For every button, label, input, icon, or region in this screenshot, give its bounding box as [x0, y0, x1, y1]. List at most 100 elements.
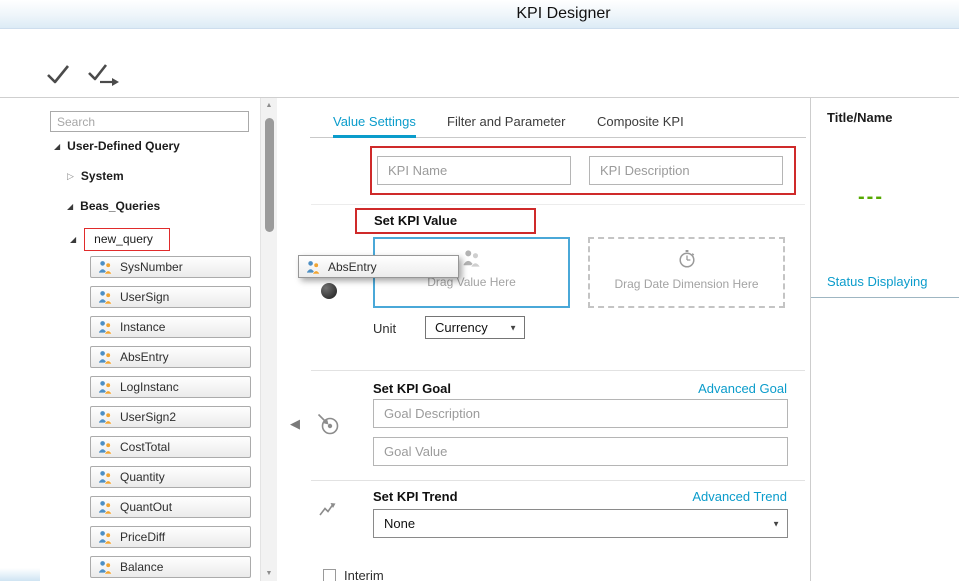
scrollbar-thumb[interactable]	[265, 118, 274, 232]
no-drop-cursor-icon	[321, 283, 337, 299]
measure-icon	[98, 410, 113, 424]
advanced-trend-link[interactable]: Advanced Trend	[600, 489, 787, 504]
preview-panel: Title/Name --- Status Displaying	[810, 98, 959, 581]
advanced-goal-link[interactable]: Advanced Goal	[600, 381, 787, 396]
tree-node-system[interactable]: ▷ System	[67, 169, 124, 183]
query-field[interactable]: AbsEntry	[90, 346, 251, 368]
section-divider	[311, 480, 805, 481]
collapsed-arrow-icon: ▷	[67, 171, 74, 182]
query-field-label: LogInstanc	[120, 380, 179, 394]
expanded-arrow-icon: ◢	[54, 142, 60, 151]
query-field[interactable]: UserSign	[90, 286, 251, 308]
tab-value-settings[interactable]: Value Settings	[333, 109, 416, 138]
collapse-panel-arrow[interactable]: ◀	[290, 416, 300, 432]
query-field-label: AbsEntry	[120, 350, 169, 364]
query-field-label: Instance	[120, 320, 165, 334]
unit-label: Unit	[373, 321, 396, 336]
section-divider	[311, 204, 805, 205]
set-kpi-value-title: Set KPI Value	[355, 208, 536, 234]
measure-icon	[98, 350, 113, 364]
tab-bar: Value Settings Filter and Parameter Comp…	[310, 109, 806, 138]
date-dropzone-hint: Drag Date Dimension Here	[614, 277, 758, 291]
tree-node-label: Beas_Queries	[80, 199, 160, 213]
query-field-label: Balance	[120, 560, 163, 574]
tree-node-user-defined-query[interactable]: ◢ User-Defined Query	[54, 139, 180, 153]
confirm-and-next-button[interactable]	[86, 62, 120, 91]
query-field-label: UserSign2	[120, 410, 176, 424]
tab-filter-and-parameter[interactable]: Filter and Parameter	[447, 109, 566, 138]
kpi-designer-window: KPI Designer ◢ User-Defined Query ▷ Syst…	[0, 0, 959, 581]
query-field[interactable]: LogInstanc	[90, 376, 251, 398]
tree-node-label: System	[81, 169, 124, 183]
query-field[interactable]: UserSign2	[90, 406, 251, 428]
goal-description-input[interactable]	[373, 399, 788, 428]
clock-icon	[677, 249, 697, 269]
trend-select[interactable]: None ▼	[373, 509, 788, 538]
query-field[interactable]: CostTotal	[90, 436, 251, 458]
query-field-label: QuantOut	[120, 500, 172, 514]
measure-icon	[98, 440, 113, 454]
interim-checkbox[interactable]	[323, 569, 336, 581]
unit-select[interactable]: Currency ▼	[425, 316, 525, 339]
tree-node-label: User-Defined Query	[67, 139, 180, 153]
goal-value-input[interactable]	[373, 437, 788, 466]
query-field-label: Quantity	[120, 470, 165, 484]
measure-icon	[98, 320, 113, 334]
interim-label: Interim	[344, 568, 384, 581]
measure-icon	[98, 530, 113, 544]
scroll-up-arrow-icon[interactable]: ▲	[261, 102, 277, 109]
chevron-down-icon: ▼	[509, 317, 517, 338]
kpi-name-highlight-box	[370, 146, 796, 195]
measure-icon	[98, 560, 113, 574]
query-field[interactable]: QuantOut	[90, 496, 251, 518]
trend-select-value: None	[384, 516, 415, 531]
unit-select-value: Currency	[435, 320, 488, 335]
confirm-button[interactable]	[44, 62, 72, 91]
corner-decoration	[0, 568, 40, 581]
tree-node-new-query[interactable]: ◢ new_query	[70, 228, 170, 251]
query-field-label: SysNumber	[120, 260, 183, 274]
target-icon	[316, 412, 341, 437]
dragged-field-absentry[interactable]: AbsEntry	[298, 255, 459, 278]
chevron-down-icon: ▼	[772, 510, 780, 537]
date-dimension-dropzone[interactable]: Drag Date Dimension Here	[588, 237, 785, 308]
query-field[interactable]: Instance	[90, 316, 251, 338]
expanded-arrow-icon: ◢	[67, 202, 73, 211]
sidebar-scrollbar[interactable]: ▲ ▼	[260, 98, 277, 581]
dragged-field-label: AbsEntry	[328, 260, 377, 274]
query-field-list: SysNumber UserSign Instance AbsEntry Log…	[90, 256, 251, 581]
active-query-highlight: new_query	[84, 228, 170, 251]
query-field[interactable]: SysNumber	[90, 256, 251, 278]
check-arrow-icon	[86, 62, 120, 88]
status-displaying-link[interactable]: Status Displaying	[811, 274, 959, 298]
query-field[interactable]: PriceDiff	[90, 526, 251, 548]
tab-composite-kpi[interactable]: Composite KPI	[597, 109, 684, 138]
section-divider	[311, 370, 805, 371]
query-field-label: CostTotal	[120, 440, 170, 454]
set-kpi-goal-title: Set KPI Goal	[373, 381, 451, 396]
measure-icon	[306, 260, 321, 274]
measure-icon	[98, 380, 113, 394]
preview-value-placeholder: ---	[858, 186, 884, 209]
scroll-down-arrow-icon[interactable]: ▼	[261, 570, 277, 577]
query-field-label: UserSign	[120, 290, 169, 304]
app-title: KPI Designer	[0, 5, 959, 23]
query-field[interactable]: Quantity	[90, 466, 251, 488]
measure-icon	[98, 260, 113, 274]
query-field[interactable]: Balance	[90, 556, 251, 578]
window-header: KPI Designer	[0, 0, 959, 29]
measure-icon	[98, 290, 113, 304]
kpi-description-input[interactable]	[589, 156, 783, 185]
tree-node-beas-queries[interactable]: ◢ Beas_Queries	[67, 199, 160, 213]
preview-title: Title/Name	[827, 110, 893, 125]
tree-node-label: new_query	[94, 232, 153, 246]
check-icon	[44, 62, 72, 88]
measure-icon	[98, 470, 113, 484]
toolbar	[0, 29, 959, 98]
kpi-name-input[interactable]	[377, 156, 571, 185]
set-kpi-trend-title: Set KPI Trend	[373, 489, 458, 504]
measure-icon	[98, 500, 113, 514]
query-field-label: PriceDiff	[120, 530, 165, 544]
expanded-arrow-icon: ◢	[70, 235, 76, 244]
search-input[interactable]	[50, 111, 249, 132]
